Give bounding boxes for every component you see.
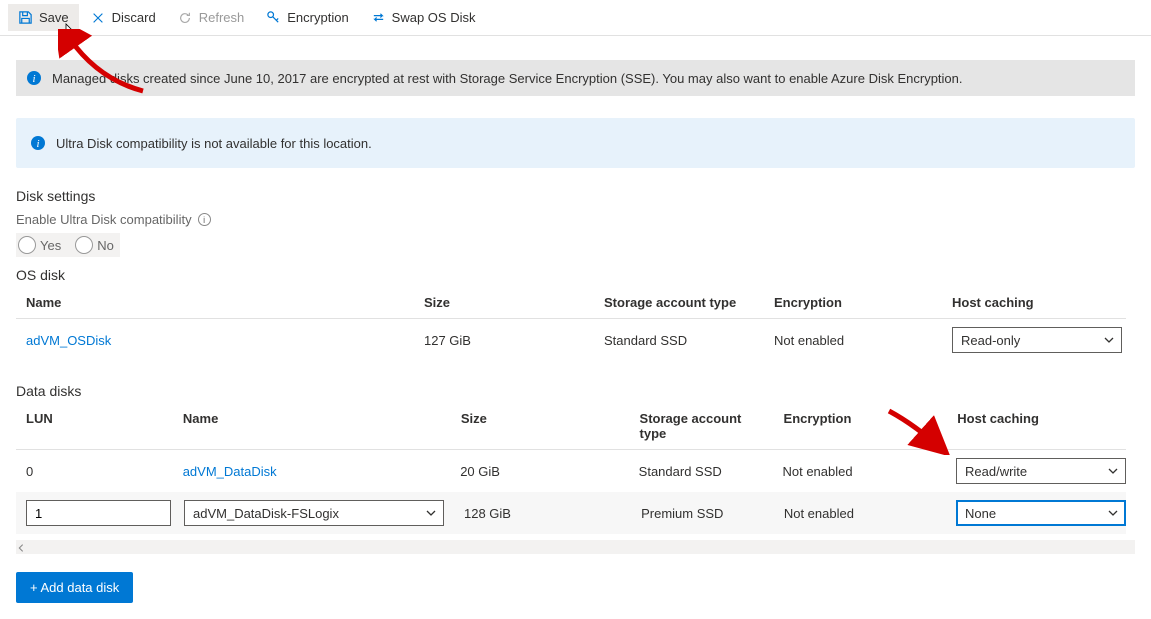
- svg-text:i: i: [32, 73, 35, 85]
- cell-storage: Standard SSD: [629, 464, 773, 479]
- lun-input[interactable]: [26, 500, 171, 526]
- cell-encryption: Not enabled: [772, 464, 946, 479]
- horizontal-scrollbar[interactable]: [16, 540, 1135, 554]
- col-caching: Host caching: [947, 411, 1126, 441]
- col-name: Name: [173, 411, 451, 441]
- cell-size: 20 GiB: [450, 464, 628, 479]
- command-bar: Save Discard Refresh Encryption Swap OS …: [0, 0, 1151, 36]
- host-caching-select[interactable]: Read/write: [956, 458, 1126, 484]
- ultra-disk-setting-label: Enable Ultra Disk compatibility i: [16, 212, 1135, 227]
- data-disk-link[interactable]: adVM_DataDisk: [183, 464, 277, 479]
- refresh-button[interactable]: Refresh: [168, 4, 255, 31]
- radio-icon: [75, 236, 93, 254]
- svg-text:i: i: [36, 138, 39, 150]
- discard-label: Discard: [112, 10, 156, 25]
- cell-encryption: Not enabled: [774, 506, 946, 521]
- save-label: Save: [39, 10, 69, 25]
- os-disk-table: Name Size Storage account type Encryptio…: [16, 287, 1126, 361]
- save-button[interactable]: Save: [8, 4, 79, 31]
- chevron-down-icon: [1107, 507, 1119, 519]
- cell-size: 127 GiB: [414, 333, 594, 348]
- swap-label: Swap OS Disk: [392, 10, 476, 25]
- col-caching: Host caching: [942, 295, 1122, 310]
- refresh-label: Refresh: [199, 10, 245, 25]
- chevron-down-icon: [1103, 334, 1115, 346]
- discard-button[interactable]: Discard: [81, 4, 166, 31]
- info-hint-icon[interactable]: i: [198, 213, 211, 226]
- os-disk-heading: OS disk: [16, 267, 1135, 283]
- host-caching-select[interactable]: Read-only: [952, 327, 1122, 353]
- disk-settings-heading: Disk settings: [16, 188, 1135, 204]
- chevron-left-icon: [16, 541, 28, 553]
- col-size: Size: [414, 295, 594, 310]
- discard-icon: [91, 10, 106, 25]
- col-storage: Storage account type: [630, 411, 774, 441]
- key-icon: [266, 10, 281, 25]
- cell-lun: 0: [16, 464, 173, 479]
- chevron-down-icon: [425, 507, 437, 519]
- add-data-disk-button[interactable]: + Add data disk: [16, 572, 133, 603]
- data-disks-table: LUN Name Size Storage account type Encry…: [16, 403, 1126, 534]
- table-header: Name Size Storage account type Encryptio…: [16, 287, 1126, 319]
- disk-name-select[interactable]: adVM_DataDisk-FSLogix: [184, 500, 444, 526]
- info-icon: i: [26, 70, 42, 86]
- ultra-banner-text: Ultra Disk compatibility is not availabl…: [56, 136, 372, 151]
- encryption-label: Encryption: [287, 10, 348, 25]
- radio-no[interactable]: No: [75, 236, 114, 254]
- ultra-disk-banner: i Ultra Disk compatibility is not availa…: [16, 118, 1135, 168]
- cell-size: 128 GiB: [454, 506, 631, 521]
- cell-storage: Standard SSD: [594, 333, 764, 348]
- data-disks-heading: Data disks: [16, 383, 1135, 399]
- col-storage: Storage account type: [594, 295, 764, 310]
- sse-info-banner: i Managed disks created since June 10, 2…: [16, 60, 1135, 96]
- info-icon: i: [30, 135, 46, 151]
- col-encryption: Encryption: [774, 411, 948, 441]
- sse-banner-text: Managed disks created since June 10, 201…: [52, 71, 963, 86]
- radio-icon: [18, 236, 36, 254]
- swap-os-disk-button[interactable]: Swap OS Disk: [361, 4, 486, 31]
- table-row: adVM_OSDisk 127 GiB Standard SSD Not ena…: [16, 319, 1126, 361]
- table-row: adVM_DataDisk-FSLogix 128 GiB Premium SS…: [16, 492, 1126, 534]
- refresh-icon: [178, 10, 193, 25]
- save-icon: [18, 10, 33, 25]
- radio-yes[interactable]: Yes: [18, 236, 61, 254]
- encryption-button[interactable]: Encryption: [256, 4, 358, 31]
- col-lun: LUN: [16, 411, 173, 441]
- host-caching-select[interactable]: None: [956, 500, 1126, 526]
- os-disk-link[interactable]: adVM_OSDisk: [26, 333, 111, 348]
- cell-storage: Premium SSD: [631, 506, 774, 521]
- table-row: 0 adVM_DataDisk 20 GiB Standard SSD Not …: [16, 450, 1126, 492]
- col-encryption: Encryption: [764, 295, 942, 310]
- ultra-disk-radio-group: Yes No: [16, 233, 120, 257]
- chevron-down-icon: [1107, 465, 1119, 477]
- table-header: LUN Name Size Storage account type Encry…: [16, 403, 1126, 450]
- col-size: Size: [451, 411, 630, 441]
- col-name: Name: [16, 295, 414, 310]
- cell-encryption: Not enabled: [764, 333, 942, 348]
- swap-icon: [371, 10, 386, 25]
